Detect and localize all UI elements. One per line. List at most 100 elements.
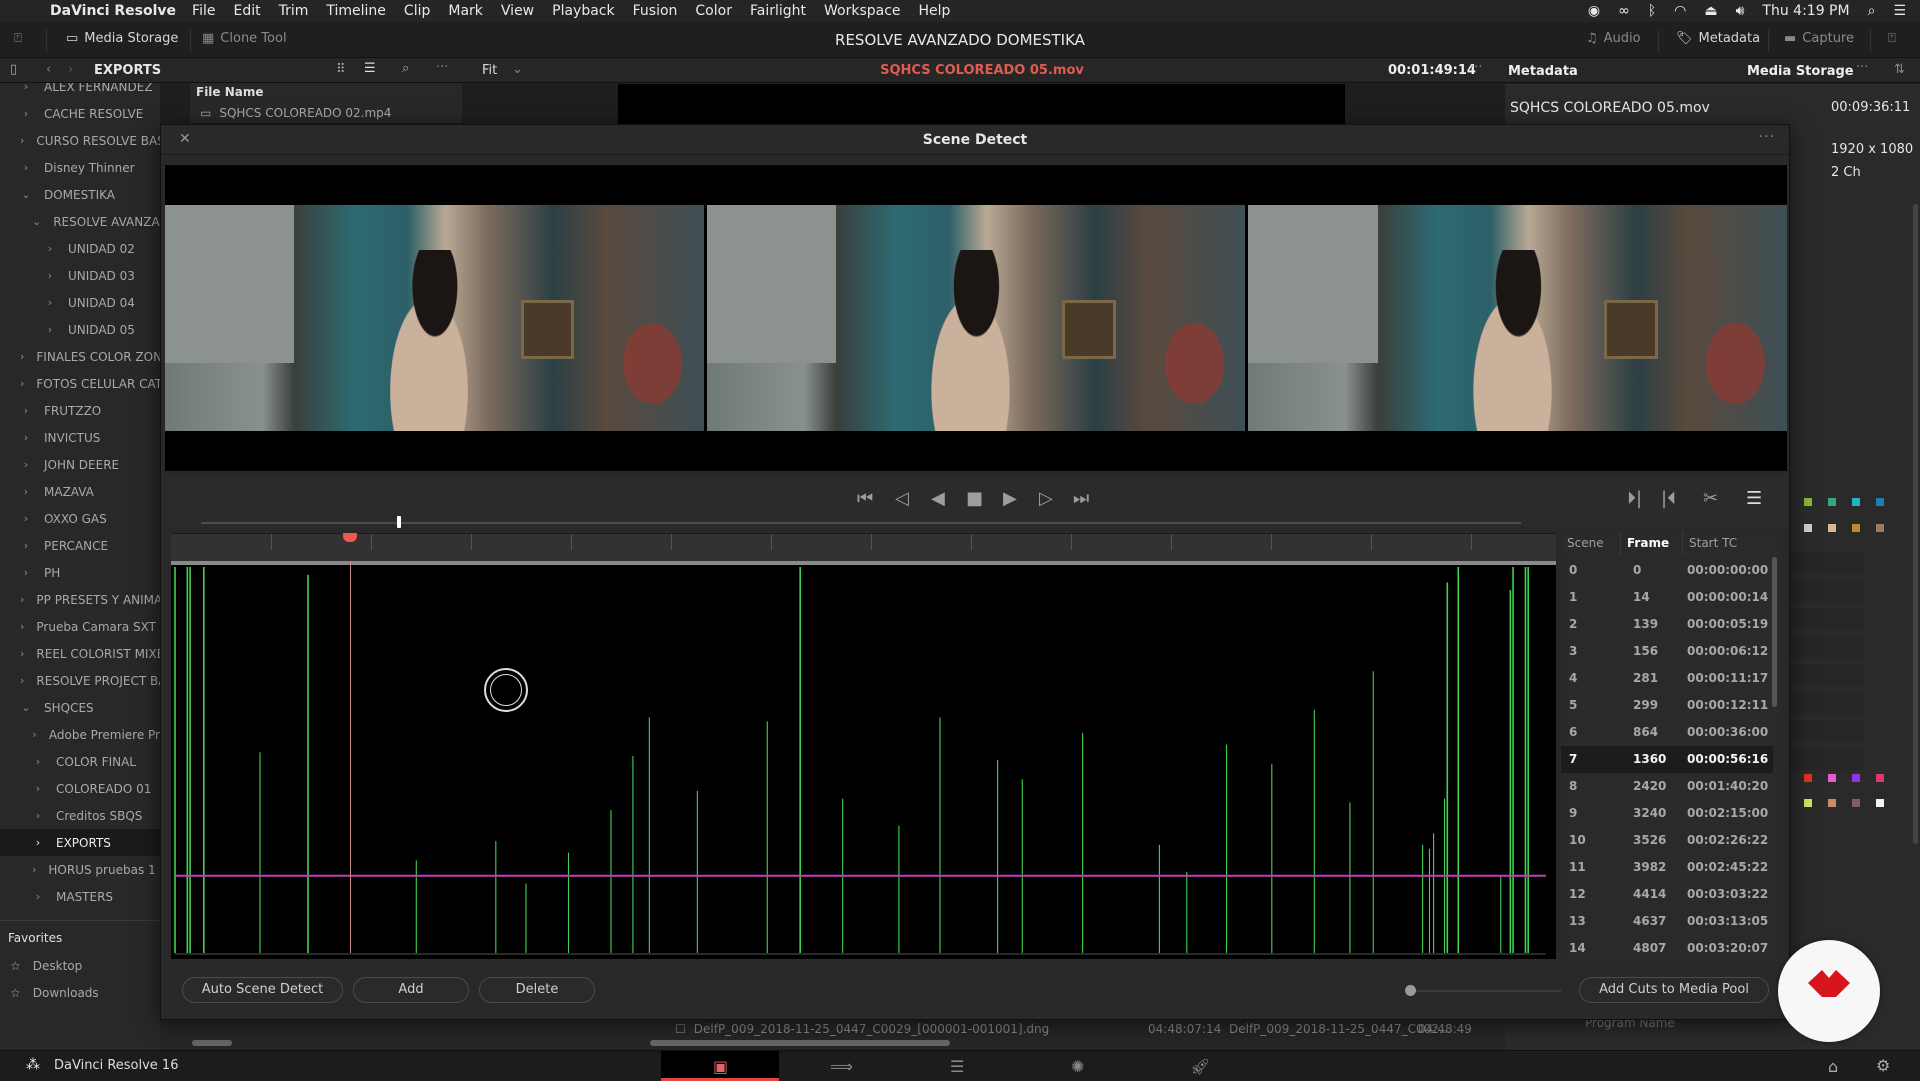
sidebar-item[interactable]: › FOTOS CELULAR CAT	[0, 370, 160, 397]
dng-row[interactable]: ☐ DelfP_009_2018-11-25_0447_C0029_[00000…	[675, 1022, 1049, 1036]
eject-icon[interactable]: ⏏	[1704, 3, 1717, 19]
workspace-toggle-icon[interactable]: ⍐	[14, 31, 22, 46]
scene-row[interactable]: 13 4637 00:03:13:05	[1561, 908, 1773, 935]
menu-app-name[interactable]: DaVinci Resolve	[50, 3, 176, 19]
color-swatch[interactable]	[1852, 498, 1860, 506]
sidebar-item[interactable]: › FINALES COLOR ZON	[0, 343, 160, 370]
next-frame-icon[interactable]: ▷	[1039, 489, 1053, 509]
metadata-scrollbar[interactable]	[1913, 204, 1918, 844]
menu-file[interactable]: File	[192, 3, 215, 19]
add-cuts-to-media-pool-button[interactable]: Add Cuts to Media Pool	[1579, 977, 1769, 1003]
sidebar-item[interactable]: › Creditos SBQS	[0, 802, 160, 829]
file-name-header[interactable]: File Name	[196, 85, 264, 99]
scrub-handle[interactable]	[397, 516, 401, 528]
auto-scene-detect-button[interactable]: Auto Scene Detect	[182, 977, 343, 1003]
menu-edit[interactable]: Edit	[233, 3, 260, 19]
sidebar-item[interactable]: › UNIDAD 02	[0, 235, 160, 262]
scene-row[interactable]: 11 3982 00:02:45:22	[1561, 854, 1773, 881]
go-to-start-icon[interactable]: ⏮	[857, 489, 873, 509]
chevron-right-icon[interactable]: ›	[32, 836, 44, 849]
clone-tool-button[interactable]: ▦ Clone Tool	[202, 31, 287, 46]
chevron-right-icon[interactable]: ›	[44, 296, 56, 309]
color-swatch[interactable]	[1876, 524, 1884, 532]
favorite-downloads[interactable]: ☆ Downloads	[10, 986, 99, 1000]
sidebar-item[interactable]: › UNIDAD 03	[0, 262, 160, 289]
chevron-down-icon[interactable]: ⌄	[20, 188, 32, 201]
scene-row[interactable]: 9 3240 00:02:15:00	[1561, 800, 1773, 827]
audio-button[interactable]: ♫ Audio	[1586, 31, 1641, 46]
close-icon[interactable]: ✕	[179, 131, 191, 147]
chevron-right-icon[interactable]: ›	[20, 161, 32, 174]
media-storage-button[interactable]: ▭ Media Storage	[66, 31, 178, 46]
sidebar-item[interactable]: › JOHN DEERE	[0, 451, 160, 478]
dialog-more-icon[interactable]: ···	[1759, 129, 1775, 145]
scene-row[interactable]: 8 2420 00:01:40:20	[1561, 773, 1773, 800]
sidebar-item[interactable]: › Adobe Premiere Pr	[0, 721, 160, 748]
color-swatch[interactable]	[1852, 774, 1860, 782]
chevron-right-icon[interactable]: ›	[20, 620, 24, 633]
chevron-right-icon[interactable]: ›	[20, 431, 32, 444]
timeline-ruler[interactable]	[171, 533, 1672, 561]
clip-list-scrollbar[interactable]	[650, 1040, 950, 1046]
menu-workspace[interactable]: Workspace	[824, 3, 901, 19]
sidebar-item[interactable]: › PH	[0, 559, 160, 586]
chevron-right-icon[interactable]: ›	[32, 728, 37, 741]
chevron-right-icon[interactable]: ›	[44, 242, 56, 255]
chevron-right-icon[interactable]: ›	[20, 458, 32, 471]
capture-button[interactable]: ▬ Capture	[1784, 31, 1854, 46]
spotlight-search-icon[interactable]: ⌕	[1868, 3, 1876, 19]
play-icon[interactable]: ▶	[1003, 489, 1017, 509]
viewer-more-icon[interactable]: ···	[1470, 60, 1482, 75]
file-row[interactable]: ▭ SQHCS COLOREADO 02.mp4	[200, 106, 391, 120]
scene-row[interactable]: 6 864 00:00:36:00	[1561, 719, 1773, 746]
scene-row[interactable]: 5 299 00:00:12:11	[1561, 692, 1773, 719]
scene-row[interactable]: 7 1360 00:00:56:16	[1561, 746, 1773, 773]
sidebar-item[interactable]: › FRUTZZO	[0, 397, 160, 424]
play-reverse-icon[interactable]: ◀	[931, 489, 945, 509]
settings-gear-icon[interactable]: ⚙	[1876, 1056, 1890, 1075]
add-button[interactable]: Add	[353, 977, 469, 1003]
color-swatch[interactable]	[1828, 799, 1836, 807]
sidebar-item[interactable]: › ALEX FERNANDEZ	[0, 83, 160, 100]
previous-cut-icon[interactable]: |⏴	[1661, 489, 1676, 509]
sidebar-item[interactable]: › Prueba Camara SXT -	[0, 613, 160, 640]
scene-row[interactable]: 4 281 00:00:11:17	[1561, 665, 1773, 692]
sidebar-item[interactable]: › RESOLVE PROJECT BA	[0, 667, 160, 694]
favorite-desktop[interactable]: ☆ Desktop	[10, 959, 82, 973]
sidebar-item[interactable]: ⌄ RESOLVE AVANZAD	[0, 208, 160, 235]
page-cut[interactable]: ⟹	[830, 1057, 853, 1076]
sidebar-item[interactable]: ⌄ DOMESTIKA	[0, 181, 160, 208]
page-media[interactable]: ▣	[661, 1051, 779, 1081]
wifi-icon[interactable]: ◠	[1674, 3, 1686, 19]
menu-view[interactable]: View	[501, 3, 534, 19]
menu-fusion[interactable]: Fusion	[633, 3, 678, 19]
chevron-right-icon[interactable]: ›	[20, 350, 24, 363]
sidebar-item[interactable]: › MASTERS	[0, 883, 160, 910]
metadata-button[interactable]: 🏷︎ Metadata	[1676, 31, 1760, 46]
color-swatch[interactable]	[1828, 774, 1836, 782]
chevron-right-icon[interactable]: ›	[32, 890, 44, 903]
color-swatch[interactable]	[1828, 498, 1836, 506]
chevron-right-icon[interactable]: ›	[32, 782, 44, 795]
col-start-tc[interactable]: Start TC	[1683, 531, 1773, 555]
color-swatch[interactable]	[1804, 799, 1812, 807]
menu-fairlight[interactable]: Fairlight	[750, 3, 806, 19]
record-icon[interactable]: ◉	[1588, 3, 1600, 19]
chevron-right-icon[interactable]: ›	[44, 269, 56, 282]
horizontal-scrollbar[interactable]	[192, 1040, 232, 1046]
bluetooth-icon[interactable]: ᛒ	[1648, 3, 1656, 19]
col-scene[interactable]: Scene	[1561, 531, 1621, 555]
chevron-right-icon[interactable]: ›	[20, 134, 24, 147]
creative-cloud-icon[interactable]: ∞	[1618, 3, 1630, 19]
sidebar-item[interactable]: › EXPORTS	[0, 829, 160, 856]
menu-mark[interactable]: Mark	[448, 3, 483, 19]
sidebar-item[interactable]: › UNIDAD 05	[0, 316, 160, 343]
chevron-right-icon[interactable]: ›	[20, 674, 24, 687]
zoom-slider-track[interactable]	[1411, 990, 1561, 992]
sort-icon[interactable]: ⇅	[1894, 62, 1905, 77]
sidebar-item[interactable]: › UNIDAD 04	[0, 289, 160, 316]
scene-row[interactable]: 1 14 00:00:00:14	[1561, 584, 1773, 611]
go-to-end-icon[interactable]: ⏭	[1073, 489, 1089, 509]
chevron-right-icon[interactable]: ›	[20, 377, 24, 390]
sidebar-item[interactable]: › CACHE RESOLVE	[0, 100, 160, 127]
